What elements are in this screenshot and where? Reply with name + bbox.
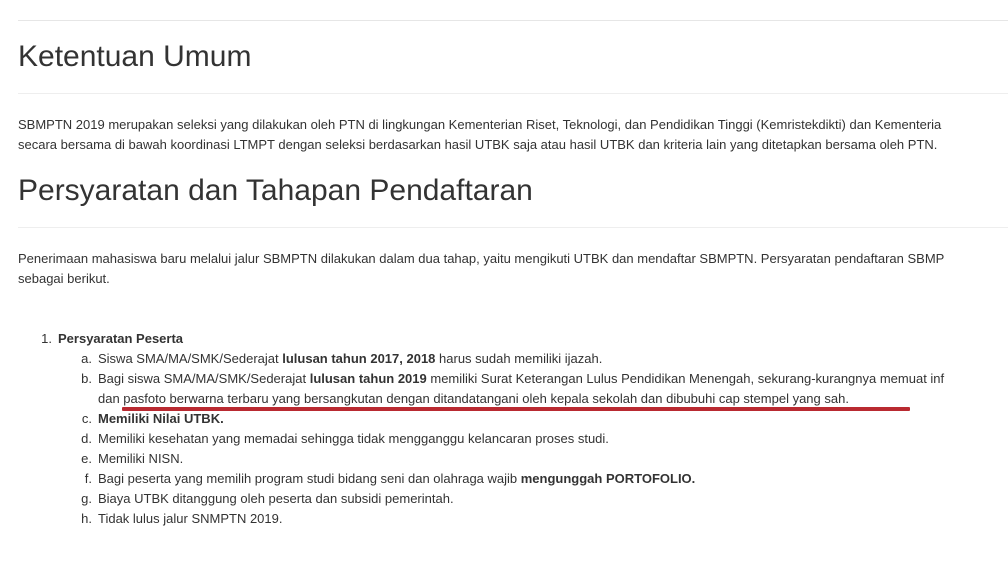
sublist-item-d: d. Memiliki kesehatan yang memadai sehin… xyxy=(18,429,1008,449)
list-marker: g. xyxy=(81,491,92,506)
list-marker: c. xyxy=(81,411,92,426)
text-normal: Bagi peserta yang memilih program studi … xyxy=(98,471,521,486)
list-marker: b. xyxy=(81,371,92,386)
list-marker: 1. xyxy=(41,331,52,346)
list-marker: a. xyxy=(81,351,92,366)
list-item-text: Biaya UTBK ditanggung oleh peserta dan s… xyxy=(98,491,454,506)
paragraph-line: secara bersama di bawah koordinasi LTMPT… xyxy=(18,137,938,152)
heading-persyaratan-tahapan: Persyaratan dan Tahapan Pendaftaran xyxy=(18,174,533,207)
text-bold: Memiliki Nilai UTBK. xyxy=(98,411,224,426)
list-item-text: Tidak lulus jalur SNMPTN 2019. xyxy=(98,511,283,526)
sublist-item-b-continuation: dan pasfoto berwarna terbaru yang bersan… xyxy=(18,389,1008,409)
list-marker: d. xyxy=(81,431,92,446)
sublist-item-g: g. Biaya UTBK ditanggung oleh peserta da… xyxy=(18,489,1008,509)
list-item-text: Memiliki NISN. xyxy=(98,451,184,466)
paragraph-line: SBMPTN 2019 merupakan seleksi yang dilak… xyxy=(18,117,942,132)
top-divider xyxy=(18,20,1008,21)
list-item-text: Bagi siswa SMA/MA/SMK/Sederajat lulusan … xyxy=(98,369,944,389)
sublist-item-f: f. Bagi peserta yang memilih program stu… xyxy=(18,469,1008,489)
text-bold: lulusan tahun 2017, 2018 xyxy=(282,351,436,366)
text-bold: lulusan tahun 2019 xyxy=(309,371,427,386)
paragraph-persyaratan: Penerimaan mahasiswa baru melalui jalur … xyxy=(18,249,1008,289)
sublist-item-b: b. Bagi siswa SMA/MA/SMK/Sederajat lulus… xyxy=(18,369,1008,389)
heading-ketentuan-umum: Ketentuan Umum xyxy=(18,40,252,73)
requirements-list: 1. Persyaratan Peserta a. Siswa SMA/MA/S… xyxy=(18,329,1008,529)
text-normal: harus sudah memiliki ijazah. xyxy=(435,351,603,366)
text-bold: mengunggah PORTOFOLIO. xyxy=(520,471,696,486)
list-item-text: Memiliki Nilai UTBK. xyxy=(98,409,224,429)
list-item-text: Memiliki kesehatan yang memadai sehingga… xyxy=(98,431,609,446)
list-item-text: Siswa SMA/MA/SMK/Sederajat lulusan tahun… xyxy=(98,349,602,369)
list-item-label: Persyaratan Peserta xyxy=(58,331,184,346)
document-page: Ketentuan Umum SBMPTN 2019 merupakan sel… xyxy=(0,0,1008,567)
text-normal: Siswa SMA/MA/SMK/Sederajat xyxy=(98,351,283,366)
sublist-item-e: e. Memiliki NISN. xyxy=(18,449,1008,469)
list-item-text: Bagi peserta yang memilih program studi … xyxy=(98,469,695,489)
list-marker: e. xyxy=(81,451,92,466)
sublist-item-a: a. Siswa SMA/MA/SMK/Sederajat lulusan ta… xyxy=(18,349,1008,369)
red-highlight-underline xyxy=(122,407,910,411)
list-marker: h. xyxy=(81,511,92,526)
sublist-item-h: h. Tidak lulus jalur SNMPTN 2019. xyxy=(18,509,1008,529)
list-marker: f. xyxy=(84,471,92,486)
heading-divider xyxy=(18,227,1008,228)
text-normal: Bagi siswa SMA/MA/SMK/Sederajat xyxy=(98,371,310,386)
list-item-persyaratan-peserta: 1. Persyaratan Peserta xyxy=(18,329,1008,349)
list-item-text: dan pasfoto berwarna terbaru yang bersan… xyxy=(98,391,849,406)
paragraph-ketentuan-umum: SBMPTN 2019 merupakan seleksi yang dilak… xyxy=(18,115,1008,155)
heading-divider xyxy=(18,93,1008,94)
sublist-item-c: c. Memiliki Nilai UTBK. xyxy=(18,409,1008,429)
text-normal: memiliki Surat Keterangan Lulus Pendidik… xyxy=(426,371,945,386)
paragraph-line: sebagai berikut. xyxy=(18,271,110,286)
paragraph-line: Penerimaan mahasiswa baru melalui jalur … xyxy=(18,251,945,266)
